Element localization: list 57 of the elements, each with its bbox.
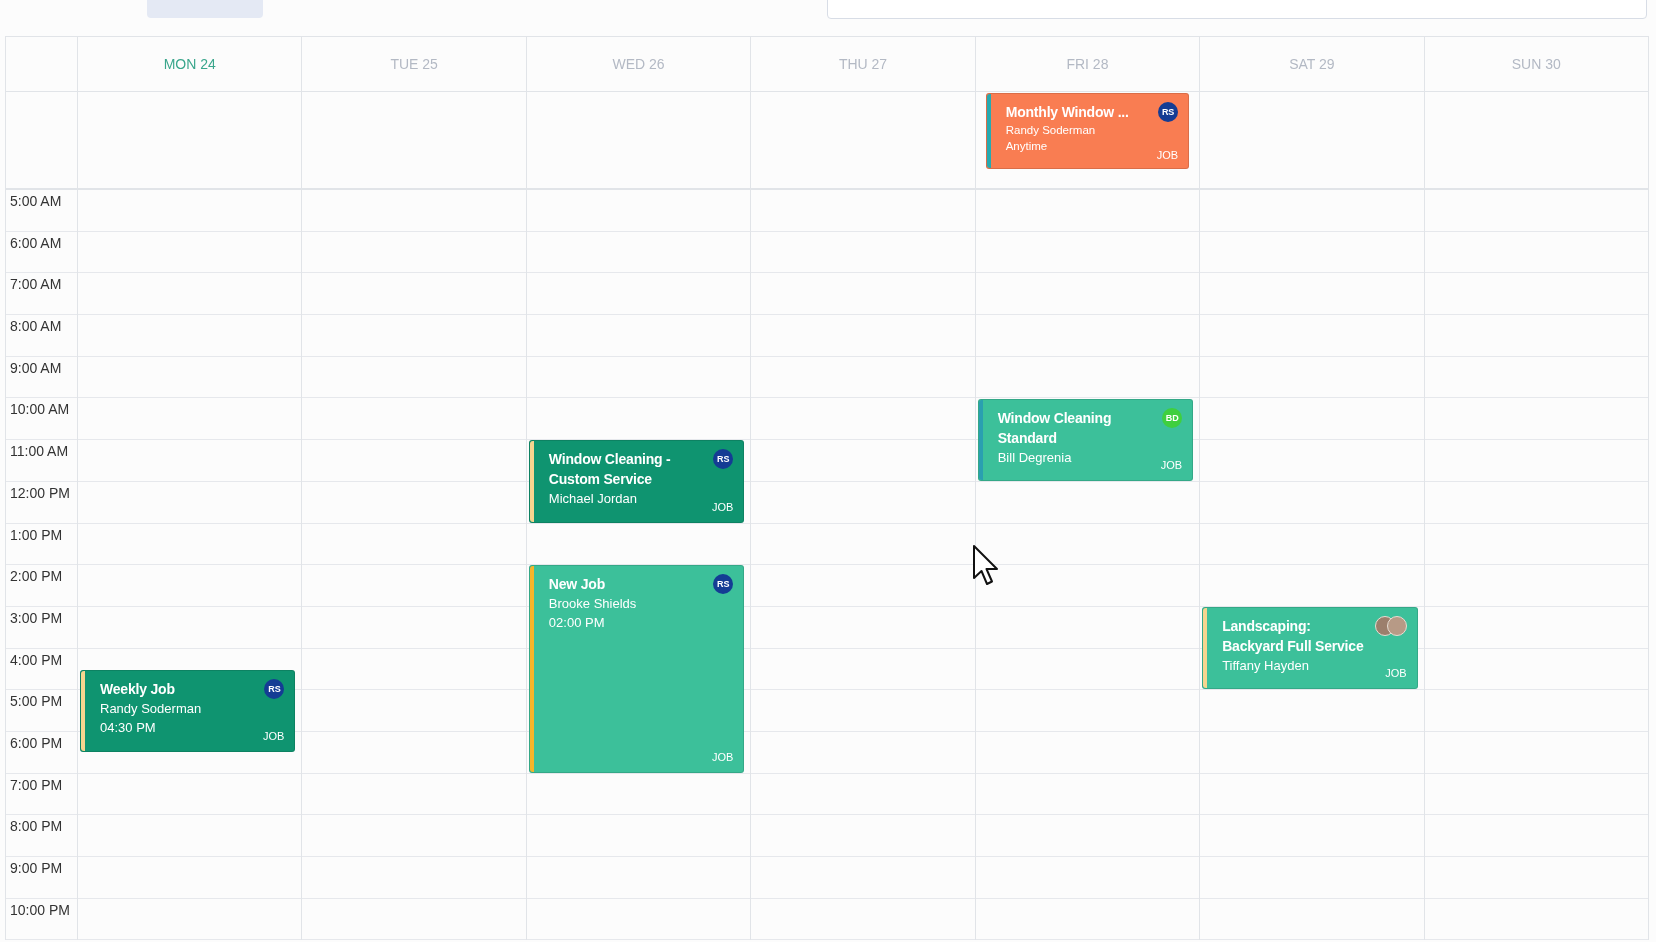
- job-title: New Job: [548, 575, 606, 595]
- job-detail: Bill Degrenia: [997, 448, 1072, 467]
- job-detail: Tiffany Hayden: [1222, 657, 1309, 675]
- time-label: 1:00 PM: [10, 526, 63, 543]
- avatar: RS: [713, 449, 734, 470]
- time-label: 5:00 AM: [10, 193, 62, 209]
- job-card[interactable]: New Job RS Brooke Shields 02:00 PM JOB: [528, 565, 745, 773]
- job-tag: JOB: [1385, 666, 1407, 681]
- day-header: SUN 30: [1424, 37, 1649, 92]
- time-label: 4:00 PM: [10, 651, 63, 668]
- time-label: 9:00 PM: [10, 860, 63, 876]
- job-title: Weekly Job: [100, 679, 176, 699]
- day-header: TUE 25: [302, 37, 527, 92]
- job-detail: Brooke Shields: [548, 595, 637, 614]
- mouse-pointer-icon: [972, 544, 1000, 586]
- job-detail: 02:00 PM: [548, 614, 606, 633]
- job-tag: JOB: [1156, 148, 1179, 162]
- time-label: 10:00 AM: [10, 401, 70, 418]
- time-label: 12:00 PM: [10, 484, 70, 501]
- job-title: Landscaping: Backyard Full Service: [1222, 617, 1365, 656]
- avatar: RS: [1158, 102, 1179, 122]
- day-header: THU 27: [751, 37, 976, 92]
- job-tag: JOB: [711, 749, 734, 764]
- job-card[interactable]: Weekly Job RS Randy Soderman 04:30 PM JOB: [80, 669, 296, 752]
- time-label: 10:00 PM: [10, 901, 70, 918]
- job-card[interactable]: Window Cleaning - Custom Service RS Michael Jordan JOB: [528, 440, 745, 523]
- time-label: 5:00 PM: [10, 693, 63, 710]
- job-title: Monthly Window ...: [1005, 103, 1130, 122]
- job-tag: JOB: [1160, 457, 1183, 472]
- time-label: 8:00 AM: [10, 318, 62, 335]
- time-label: 7:00 PM: [10, 776, 63, 793]
- job-tag: JOB: [263, 728, 285, 743]
- day-header: MON 24: [78, 37, 303, 92]
- time-label: 6:00 AM: [10, 234, 62, 251]
- job-detail: Anytime: [1005, 139, 1049, 154]
- time-label: 8:00 PM: [10, 818, 63, 835]
- time-label: 3:00 PM: [10, 609, 63, 626]
- day-header: WED 26: [526, 37, 752, 92]
- job-detail: 04:30 PM: [100, 718, 157, 737]
- job-detail: Randy Soderman: [100, 699, 202, 718]
- day-header: SAT 29: [1200, 37, 1425, 92]
- avatar: RS: [264, 678, 285, 699]
- avatar: RS: [713, 574, 734, 595]
- time-label: 11:00 AM: [10, 443, 69, 460]
- avatar: BD: [1162, 407, 1183, 428]
- job-title: Window Cleaning - Custom Service: [548, 450, 672, 490]
- job-detail: Michael Jordan: [548, 490, 637, 509]
- job-tag: JOB: [711, 499, 734, 514]
- time-label: 7:00 AM: [10, 276, 62, 293]
- job-card[interactable]: Monthly Window ... RS Randy Soderman Anytime JOB: [985, 93, 1190, 169]
- job-detail: Randy Soderman: [1005, 123, 1096, 138]
- time-label: 9:00 AM: [10, 359, 62, 376]
- day-header: FRI 28: [975, 37, 1201, 92]
- time-label: 6:00 PM: [10, 734, 63, 751]
- toolbar-button[interactable]: [147, 0, 263, 18]
- job-title: Window Cleaning Standard: [997, 408, 1113, 448]
- time-label: 2:00 PM: [10, 568, 63, 585]
